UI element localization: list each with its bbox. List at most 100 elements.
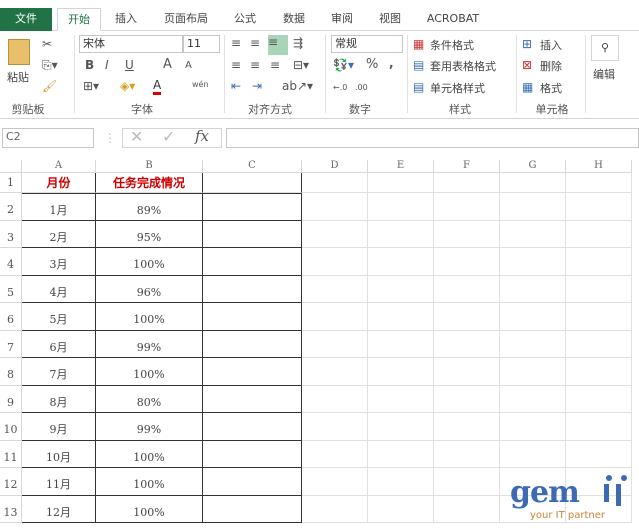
conditional-format-button[interactable]: 条件格式 <box>430 37 474 53</box>
column-header[interactable]: G <box>500 160 566 173</box>
cell-C3[interactable] <box>203 220 302 248</box>
row-header[interactable]: 2 <box>0 193 22 221</box>
cell-B13[interactable]: 100% <box>96 495 203 523</box>
tab-formulas[interactable]: 公式 <box>226 8 264 31</box>
row-header[interactable]: 10 <box>0 413 22 441</box>
format-cells-button[interactable]: 格式 <box>540 80 562 96</box>
column-header[interactable]: C <box>203 160 302 173</box>
cell-C12[interactable] <box>203 468 302 496</box>
cell-A10[interactable]: 9月 <box>22 413 96 441</box>
italic-button[interactable]: I <box>105 58 109 72</box>
underline-button[interactable]: U <box>125 58 134 72</box>
cell-F2[interactable] <box>434 193 500 221</box>
cell-C4[interactable] <box>203 248 302 276</box>
column-header[interactable]: D <box>302 160 368 173</box>
delete-cells-button[interactable]: 删除 <box>540 58 562 74</box>
cell-G3[interactable] <box>500 220 566 248</box>
increase-indent-icon[interactable]: ⇥ <box>252 79 262 93</box>
cell-A5[interactable]: 4月 <box>22 275 96 303</box>
cell-C8[interactable] <box>203 358 302 386</box>
tab-file[interactable]: 文件 <box>0 8 52 31</box>
cell-A12[interactable]: 11月 <box>22 468 96 496</box>
font-name-select[interactable]: 宋体 <box>79 35 183 53</box>
cell-G8[interactable] <box>500 358 566 386</box>
cell-C11[interactable] <box>203 440 302 468</box>
row-header[interactable]: 5 <box>0 275 22 303</box>
cell-F8[interactable] <box>434 358 500 386</box>
phonetic-button[interactable]: wén <box>192 78 209 92</box>
cell-A6[interactable]: 5月 <box>22 303 96 331</box>
border-icon[interactable]: ⊞▾ <box>83 79 99 93</box>
cell-A13[interactable]: 12月 <box>22 495 96 523</box>
format-painter-icon[interactable]: 🖌 <box>42 79 57 93</box>
select-all-corner[interactable] <box>0 160 22 173</box>
cell-G11[interactable] <box>500 440 566 468</box>
cell-F4[interactable] <box>434 248 500 276</box>
insert-cells-button[interactable]: 插入 <box>540 37 562 53</box>
cell-B10[interactable]: 99% <box>96 413 203 441</box>
paste-icon[interactable] <box>8 39 30 65</box>
row-header[interactable]: 4 <box>0 248 22 276</box>
align-middle-icon[interactable]: ≡ <box>250 36 260 50</box>
cell-D1[interactable] <box>302 173 368 193</box>
cell-D7[interactable] <box>302 330 368 358</box>
cell-F11[interactable] <box>434 440 500 468</box>
cell-E6[interactable] <box>368 303 434 331</box>
cut-icon[interactable]: ✂ <box>42 37 52 51</box>
cell-C13[interactable] <box>203 495 302 523</box>
cell-F7[interactable] <box>434 330 500 358</box>
cell-G7[interactable] <box>500 330 566 358</box>
cell-A11[interactable]: 10月 <box>22 440 96 468</box>
cell-C7[interactable] <box>203 330 302 358</box>
decrease-decimal-button[interactable]: .00 <box>355 81 368 95</box>
cell-H3[interactable] <box>566 220 632 248</box>
tab-data[interactable]: 数据 <box>274 8 314 31</box>
percent-button[interactable]: % <box>366 58 378 72</box>
cell-C9[interactable] <box>203 385 302 413</box>
cell-E1[interactable] <box>368 173 434 193</box>
cell-A2[interactable]: 1月 <box>22 193 96 221</box>
tab-acrobat[interactable]: ACROBAT <box>420 8 486 31</box>
orientation-icon[interactable]: ab↗▾ <box>282 79 313 93</box>
cell-A9[interactable]: 8月 <box>22 385 96 413</box>
cell-E12[interactable] <box>368 468 434 496</box>
cell-D4[interactable] <box>302 248 368 276</box>
align-left-icon[interactable]: ≡ <box>231 58 241 72</box>
cell-A8[interactable]: 7月 <box>22 358 96 386</box>
font-size-select[interactable]: 11 <box>183 35 220 53</box>
cell-F6[interactable] <box>434 303 500 331</box>
cell-H5[interactable] <box>566 275 632 303</box>
cell-A4[interactable]: 3月 <box>22 248 96 276</box>
row-header[interactable]: 8 <box>0 358 22 386</box>
cell-E10[interactable] <box>368 413 434 441</box>
cell-H7[interactable] <box>566 330 632 358</box>
cell-B6[interactable]: 100% <box>96 303 203 331</box>
cell-B8[interactable]: 100% <box>96 358 203 386</box>
cell-B3[interactable]: 95% <box>96 220 203 248</box>
cell-H9[interactable] <box>566 385 632 413</box>
paste-button[interactable]: 粘贴 <box>7 69 29 85</box>
column-header[interactable]: A <box>22 160 96 173</box>
align-center-icon[interactable]: ≡ <box>250 58 260 72</box>
cell-G10[interactable] <box>500 413 566 441</box>
cell-E2[interactable] <box>368 193 434 221</box>
cell-H8[interactable] <box>566 358 632 386</box>
cell-H2[interactable] <box>566 193 632 221</box>
shrink-font-button[interactable]: A <box>185 59 192 73</box>
cell-B9[interactable]: 80% <box>96 385 203 413</box>
cell-D13[interactable] <box>302 495 368 523</box>
row-header[interactable]: 7 <box>0 330 22 358</box>
cell-F12[interactable] <box>434 468 500 496</box>
cell-A1[interactable]: 月份 <box>22 173 96 193</box>
row-header[interactable]: 6 <box>0 303 22 331</box>
cell-H6[interactable] <box>566 303 632 331</box>
find-binoculars-icon[interactable]: ⚲ <box>591 35 619 61</box>
cell-B1[interactable]: 任务完成情况 <box>96 173 203 193</box>
cancel-icon[interactable]: ✕ <box>130 129 143 145</box>
cell-C5[interactable] <box>203 275 302 303</box>
tab-page-layout[interactable]: 页面布局 <box>156 8 216 31</box>
cell-H4[interactable] <box>566 248 632 276</box>
row-header[interactable]: 12 <box>0 468 22 496</box>
copy-icon[interactable]: ⎘▾ <box>42 58 58 72</box>
cell-E5[interactable] <box>368 275 434 303</box>
